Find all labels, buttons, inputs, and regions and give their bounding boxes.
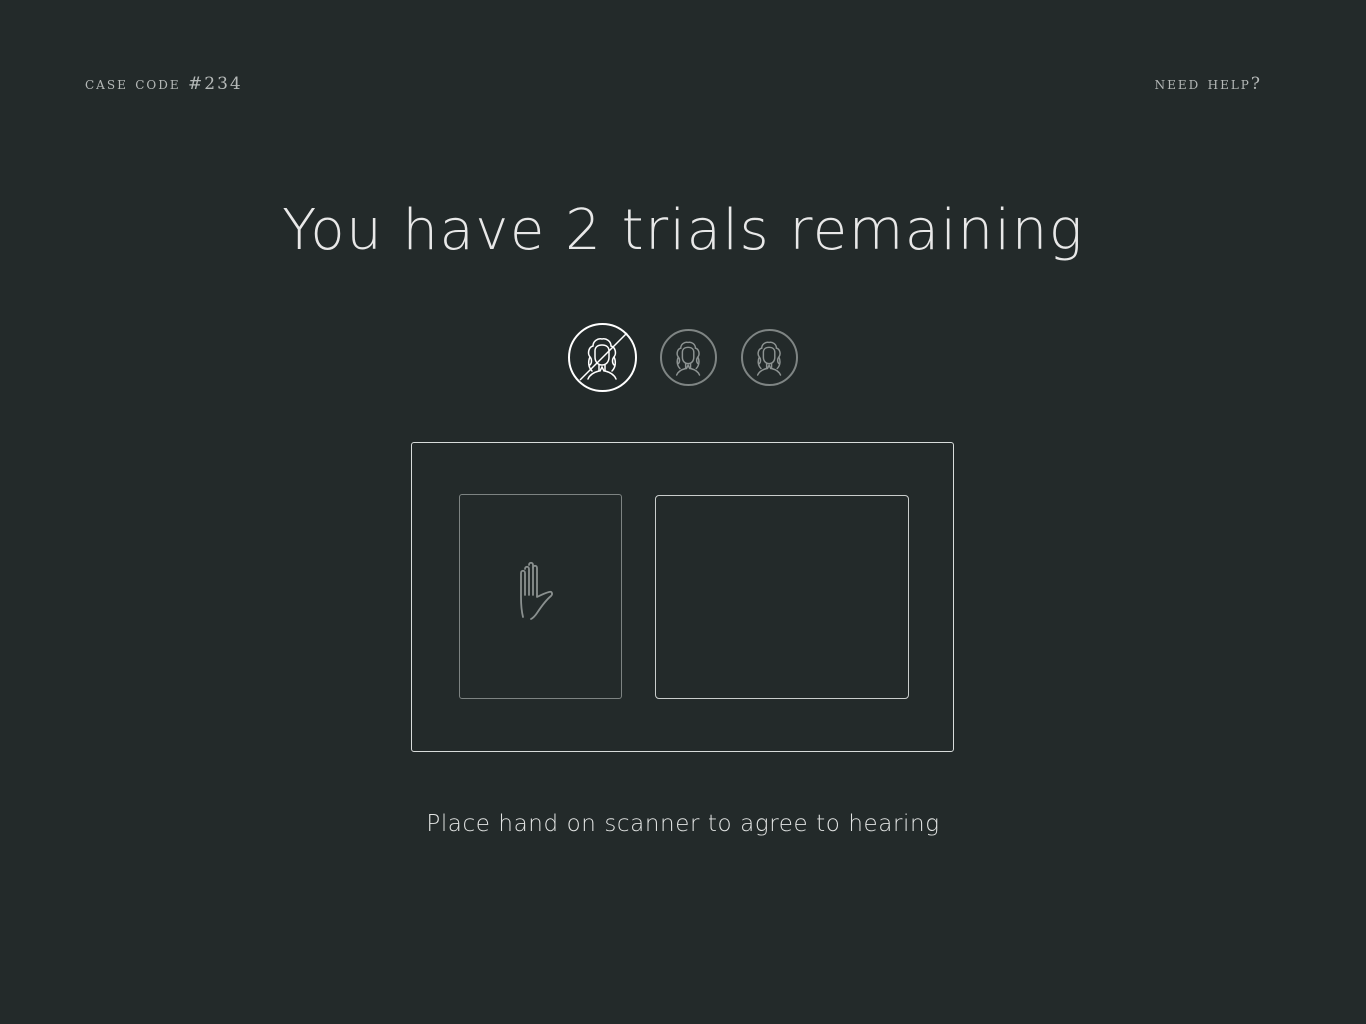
judge-wig-icon xyxy=(675,341,701,376)
raised-hand-icon xyxy=(520,561,553,620)
need-help-link[interactable]: need help? xyxy=(1155,74,1262,94)
hearing-consent-screen: case code #234 need help? You have 2 tri… xyxy=(0,0,1366,1024)
hand-scanner-pad[interactable] xyxy=(459,494,622,699)
trial-indicators xyxy=(568,323,798,393)
scanner-display-area xyxy=(655,495,909,699)
scanner-instruction: Place hand on scanner to agree to hearin… xyxy=(426,811,940,837)
trial-indicator-available xyxy=(741,329,798,386)
case-code-label: case code #234 xyxy=(85,74,243,94)
judge-wig-icon xyxy=(756,341,782,376)
trials-remaining-heading: You have 2 trials remaining xyxy=(282,198,1084,263)
trial-indicator-available xyxy=(660,329,717,386)
trial-indicator-used xyxy=(568,323,637,392)
judge-wig-icon xyxy=(579,332,628,381)
